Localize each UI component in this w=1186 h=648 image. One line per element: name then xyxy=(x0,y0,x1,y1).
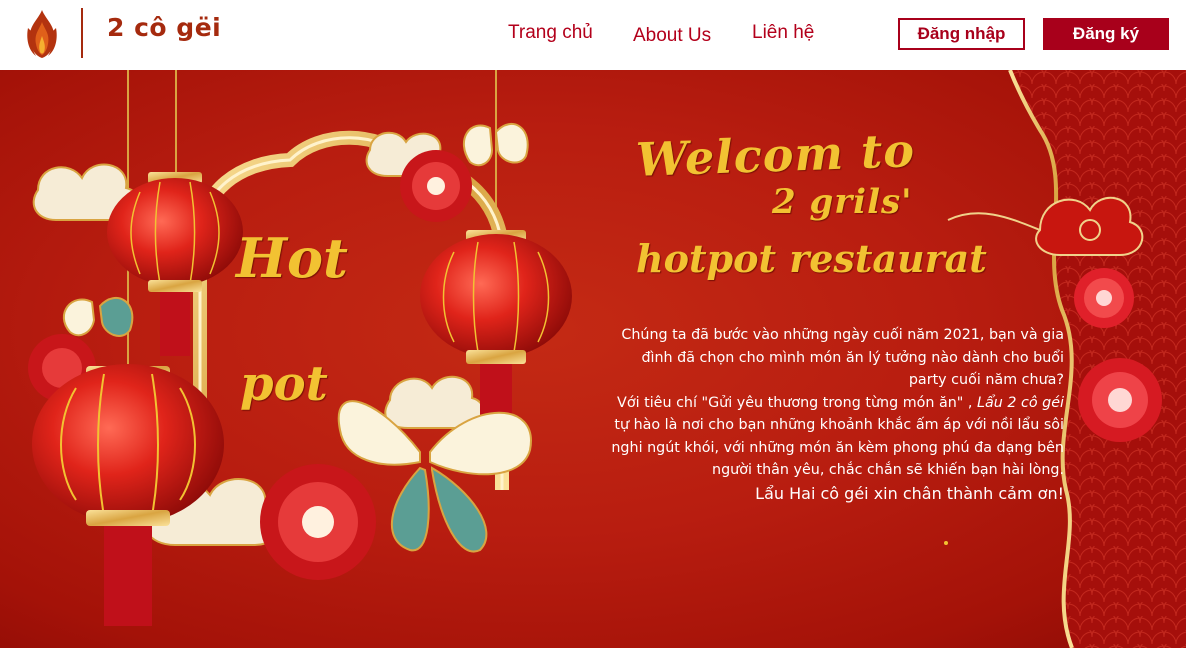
nav-link-about[interactable]: About Us xyxy=(633,25,711,47)
intro-paragraph-2-lead: Với tiêu chí "Gửi yêu thương trong từng … xyxy=(617,394,978,411)
intro-paragraph-2: Với tiêu chí "Gửi yêu thương trong từng … xyxy=(604,392,1064,482)
welcome-title-line3: hotpot restaurat xyxy=(636,236,987,281)
thanks-line: Lẩu Hai cô géi xin chân thành cảm ơn! xyxy=(755,483,1064,503)
brand-name[interactable]: 2 cô gëi xyxy=(107,13,221,42)
site-header: 2 cô gëi Trang chủ About Us Liên hệ Đăng… xyxy=(0,0,1186,70)
intro-paragraph-2-rest: tự hào là nơi cho bạn những khoảnh khắc … xyxy=(611,417,1064,478)
login-button[interactable]: Đăng nhập xyxy=(898,18,1025,50)
lantern-icon xyxy=(32,364,224,626)
logo-divider xyxy=(81,8,83,58)
intro-text: Chúng ta đã bước vào những ngày cuối năm… xyxy=(604,324,1064,505)
hero-banner: Hot pot Welcom to 2 grils' hotpot restau… xyxy=(0,70,1186,648)
brand-name-inline: Lẩu 2 cô géi xyxy=(977,394,1064,411)
hot-title-2: pot xyxy=(240,356,328,412)
flame-logo-icon[interactable] xyxy=(22,8,62,60)
nav-link-contact[interactable]: Liên hệ xyxy=(752,22,814,44)
hot-title-1: Hot xyxy=(236,226,348,290)
register-button[interactable]: Đăng ký xyxy=(1043,18,1169,50)
welcome-title-line2: 2 grils' xyxy=(772,182,913,222)
nav-link-home[interactable]: Trang chủ xyxy=(508,22,593,44)
welcome-title-line1: Welcom to xyxy=(635,123,916,187)
intro-paragraph-1: Chúng ta đã bước vào những ngày cuối năm… xyxy=(621,327,1064,388)
